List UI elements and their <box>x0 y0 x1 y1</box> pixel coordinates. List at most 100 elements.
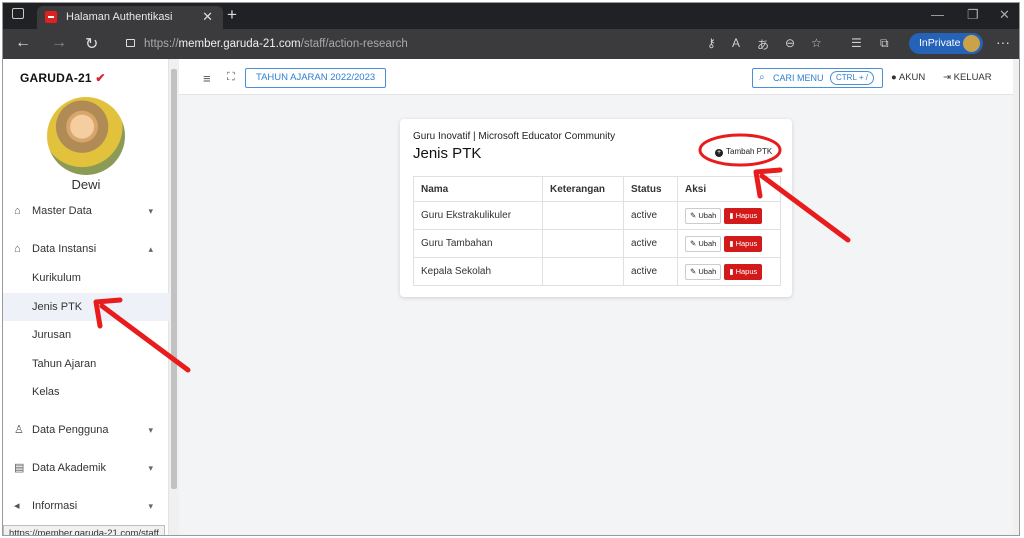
url-prefix: https:// <box>144 38 179 50</box>
chevron-down-icon: ▾ <box>148 425 153 435</box>
sidebar-item-label: Data Instansi <box>32 243 97 255</box>
browser-tab[interactable]: Halaman Authentikasi ✕ <box>37 6 223 29</box>
sidebar-item-data-instansi[interactable]: ⌂ Data Instansi ▴ <box>3 235 169 263</box>
avatar <box>47 97 125 175</box>
new-tab-icon[interactable]: + <box>227 5 237 25</box>
page-title: Jenis PTK <box>413 145 482 162</box>
column-header-keterangan: Keterangan <box>542 176 624 202</box>
status-url: https://member.garuda-21.com/staff <box>3 525 165 535</box>
read-aloud-icon[interactable]: A <box>732 36 740 50</box>
sidebar-item-master-data[interactable]: ⌂ Master Data ▾ <box>3 197 169 225</box>
app-topbar: ≡ ⛶ TAHUN AJARAN 2022/2023 ⌕ CARI MENU C… <box>179 59 1013 95</box>
key-icon[interactable]: ⚷ <box>707 36 716 50</box>
menu-icon[interactable]: ≡ <box>203 71 211 86</box>
url-path: /staff/action-research <box>300 38 408 50</box>
close-window-icon[interactable]: ✕ <box>999 7 1010 23</box>
building-icon: ⌂ <box>14 243 21 255</box>
keluar-button[interactable]: ⇥ KELUAR <box>943 72 992 83</box>
inprivate-badge[interactable]: InPrivate <box>909 33 983 54</box>
tambah-ptk-button[interactable]: + Tambah PTK <box>715 147 772 157</box>
close-tab-icon[interactable]: ✕ <box>202 9 213 25</box>
translate-icon[interactable]: あ <box>757 36 769 53</box>
logo-text: GARUDA-21 <box>20 71 92 85</box>
more-icon[interactable]: ··· <box>996 34 1010 50</box>
hapus-label: Hapus <box>735 266 758 276</box>
tab-bar: Halaman Authentikasi ✕ + — ❐ ✕ <box>3 3 1019 29</box>
column-header-aksi: Aksi <box>677 176 781 202</box>
table-row: Guru Ekstrakulikuler active ✎ Ubah ▮ Hapu… <box>413 201 781 230</box>
url-host: member.garuda-21.com <box>178 38 301 50</box>
main-scrollbar[interactable] <box>1013 59 1019 535</box>
sidebar-item-label: Master Data <box>32 205 92 217</box>
sidebar-item-data-akademik[interactable]: ▤ Data Akademik ▾ <box>3 454 169 482</box>
table-row: Kepala Sekolah active ✎ Ubah ▮ Hapus <box>413 257 781 286</box>
sidebar-subitem-kurikulum[interactable]: Kurikulum <box>3 264 169 292</box>
site-favicon-icon <box>45 11 57 23</box>
keluar-label: KELUAR <box>953 72 992 83</box>
ubah-label: Ubah <box>698 210 717 220</box>
chevron-up-icon: ▴ <box>148 244 153 254</box>
home-icon: ⌂ <box>14 205 21 217</box>
cari-menu-button[interactable]: ⌕ CARI MENU CTRL + / <box>752 68 883 88</box>
logout-icon: ⇥ <box>943 72 951 83</box>
trash-icon: ▮ <box>729 210 734 220</box>
pencil-icon: ✎ <box>690 266 697 276</box>
ubah-button[interactable]: ✎ Ubah <box>685 235 722 252</box>
ubah-button[interactable]: ✎ Ubah <box>685 207 722 224</box>
column-header-status: Status <box>623 176 678 202</box>
tahun-ajaran-button[interactable]: TAHUN AJARAN 2022/2023 <box>245 68 387 88</box>
table-header-row: Nama Keterangan Status Aksi <box>413 176 781 202</box>
cari-menu-label: CARI MENU <box>773 73 824 83</box>
sidebar-scrollbar[interactable] <box>169 59 179 535</box>
tab-actions-icon[interactable] <box>12 8 24 19</box>
sidebar: GARUDA-21 ✔ Dewi ⌂ Master Data ▾ ⌂ Data … <box>3 59 179 535</box>
fullscreen-icon[interactable]: ⛶ <box>227 71 235 84</box>
ubah-button[interactable]: ✎ Ubah <box>685 263 722 280</box>
favorite-icon[interactable]: ☆ <box>811 36 822 50</box>
url-field[interactable]: https://member.garuda-21.com/staff/actio… <box>126 34 408 54</box>
scrollbar-thumb[interactable] <box>171 69 177 489</box>
favorites-list-icon[interactable]: ☰ <box>851 36 862 50</box>
zoom-icon[interactable]: ⊖ <box>785 36 795 50</box>
cell-aksi: ✎ Ubah ▮ Hapus <box>677 201 781 230</box>
back-icon[interactable]: ← <box>15 34 31 52</box>
restore-icon[interactable]: ❐ <box>967 7 979 23</box>
cell-nama: Kepala Sekolah <box>413 257 543 286</box>
cell-nama: Guru Ekstrakulikuler <box>413 201 543 230</box>
logo[interactable]: GARUDA-21 ✔ <box>20 71 106 85</box>
forward-icon[interactable]: → <box>51 34 67 52</box>
sidebar-subitem-jenis-ptk[interactable]: Jenis PTK <box>3 293 169 321</box>
hapus-button[interactable]: ▮ Hapus <box>724 235 763 252</box>
hapus-button[interactable]: ▮ Hapus <box>724 207 763 224</box>
akun-button[interactable]: ● AKUN <box>891 72 925 83</box>
hapus-button[interactable]: ▮ Hapus <box>724 263 763 280</box>
cell-aksi: ✎ Ubah ▮ Hapus <box>677 257 781 286</box>
collections-icon[interactable]: ⧉ <box>880 36 889 51</box>
sidebar-subitem-jurusan[interactable]: Jurusan <box>3 321 169 349</box>
sidebar-item-informasi[interactable]: ◂ Informasi ▾ <box>3 492 169 520</box>
address-bar: ← → ↻ https://member.garuda-21.com/staff… <box>3 29 1019 59</box>
user-icon: ♙ <box>14 424 24 436</box>
sidebar-item-label: Data Pengguna <box>32 424 109 436</box>
hapus-label: Hapus <box>735 238 758 248</box>
table-row: Guru Tambahan active ✎ Ubah ▮ Hapus <box>413 229 781 258</box>
akun-label: AKUN <box>898 72 926 83</box>
profile-avatar <box>963 35 980 52</box>
minimize-icon[interactable]: — <box>931 7 944 22</box>
sidebar-item-label: Data Akademik <box>32 462 106 474</box>
sidebar-item-data-pengguna[interactable]: ♙ Data Pengguna ▾ <box>3 416 169 444</box>
cell-nama: Guru Tambahan <box>413 229 543 258</box>
account-icon: ● <box>891 72 897 83</box>
hapus-label: Hapus <box>735 210 758 220</box>
refresh-icon[interactable]: ↻ <box>85 34 98 54</box>
shortcut-badge: CTRL + / <box>830 71 874 85</box>
cell-keterangan <box>542 257 624 286</box>
sidebar-subitem-kelas[interactable]: Kelas <box>3 378 169 406</box>
sidebar-subitem-tahun-ajaran[interactable]: Tahun Ajaran <box>3 350 169 378</box>
cell-aksi: ✎ Ubah ▮ Hapus <box>677 229 781 258</box>
browser-window: Halaman Authentikasi ✕ + — ❐ ✕ ← → ↻ htt… <box>2 2 1020 536</box>
chevron-down-icon: ▾ <box>148 501 153 511</box>
cell-status: active <box>623 201 678 230</box>
inprivate-label: InPrivate <box>919 37 961 49</box>
user-name: Dewi <box>71 177 101 192</box>
